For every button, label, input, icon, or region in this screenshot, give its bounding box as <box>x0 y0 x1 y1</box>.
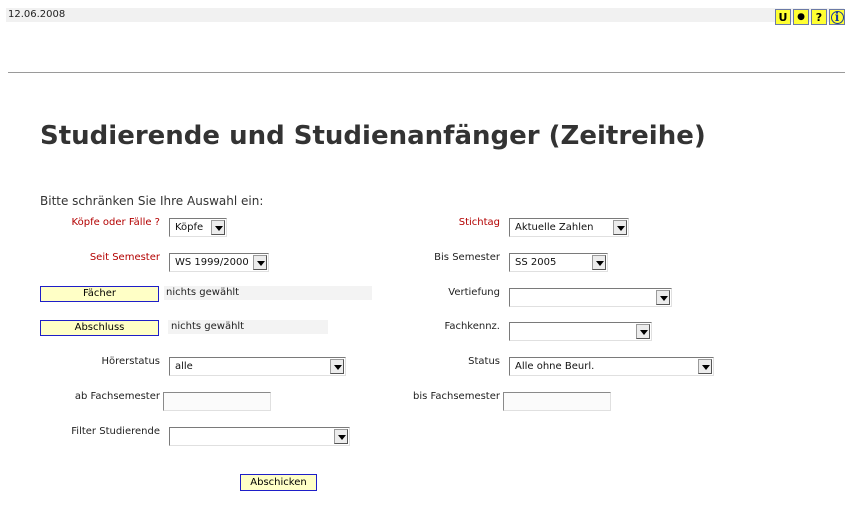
chevron-down-icon <box>330 359 344 374</box>
intro-text: Bitte schränken Sie Ihre Auswahl ein: <box>40 194 264 208</box>
chevron-down-icon <box>698 359 712 374</box>
filter-studierende-select[interactable] <box>169 427 350 446</box>
ab-fachsemester-label: ab Fachsemester <box>74 391 160 402</box>
page-title: Studierende und Studienanfänger (Zeitrei… <box>40 121 706 151</box>
help-icon[interactable]: ? <box>811 9 827 25</box>
chevron-down-icon <box>592 255 606 270</box>
bis-fachsemester-label: bis Fachsemester <box>413 391 500 402</box>
submit-button[interactable]: Abschicken <box>240 474 317 491</box>
chevron-down-icon <box>656 290 670 305</box>
bis-semester-select[interactable]: SS 2005 <box>509 253 608 272</box>
fachkennz-label: Fachkennz. <box>444 321 501 332</box>
chevron-down-icon <box>253 255 267 270</box>
hoererstatus-label: Hörerstatus <box>101 356 160 367</box>
chevron-down-icon <box>211 220 225 235</box>
fachkennz-select[interactable] <box>509 322 652 341</box>
status-select[interactable]: Alle ohne Beurl. <box>509 357 714 376</box>
stichtag-label: Stichtag <box>458 217 500 228</box>
seit-semester-select[interactable]: WS 1999/2000 <box>169 253 269 272</box>
filter-studierende-label: Filter Studierende <box>71 426 160 437</box>
date-label: 12.06.2008 <box>8 9 66 20</box>
chevron-down-icon <box>334 429 348 444</box>
abschluss-button[interactable]: Abschluss <box>40 320 159 336</box>
faecher-value: nichts gewählt <box>164 286 372 300</box>
status-label: Status <box>468 356 500 367</box>
info-icon[interactable]: i <box>829 9 845 25</box>
hoererstatus-select[interactable]: alle <box>169 357 346 376</box>
bis-fachsemester-input[interactable] <box>503 392 611 411</box>
ab-fachsemester-input[interactable] <box>163 392 271 411</box>
stichtag-select[interactable]: Aktuelle Zahlen <box>509 218 629 237</box>
vertiefung-select[interactable] <box>509 288 672 307</box>
chevron-down-icon <box>613 220 627 235</box>
seit-semester-label: Seit Semester <box>89 252 160 263</box>
u-icon[interactable]: U <box>775 9 791 25</box>
vertiefung-label: Vertiefung <box>448 287 500 298</box>
faecher-button[interactable]: Fächer <box>40 286 159 302</box>
koepfe-select[interactable]: Köpfe <box>169 218 227 237</box>
abschluss-value: nichts gewählt <box>168 320 328 334</box>
chevron-down-icon <box>636 324 650 339</box>
top-bar <box>6 8 844 22</box>
koepfe-label: Köpfe oder Fälle ? <box>71 217 160 228</box>
bis-semester-label: Bis Semester <box>434 252 500 263</box>
dot-icon[interactable]: ● <box>793 9 809 25</box>
divider <box>8 72 845 73</box>
header-icons: U ● ? i <box>775 9 845 25</box>
